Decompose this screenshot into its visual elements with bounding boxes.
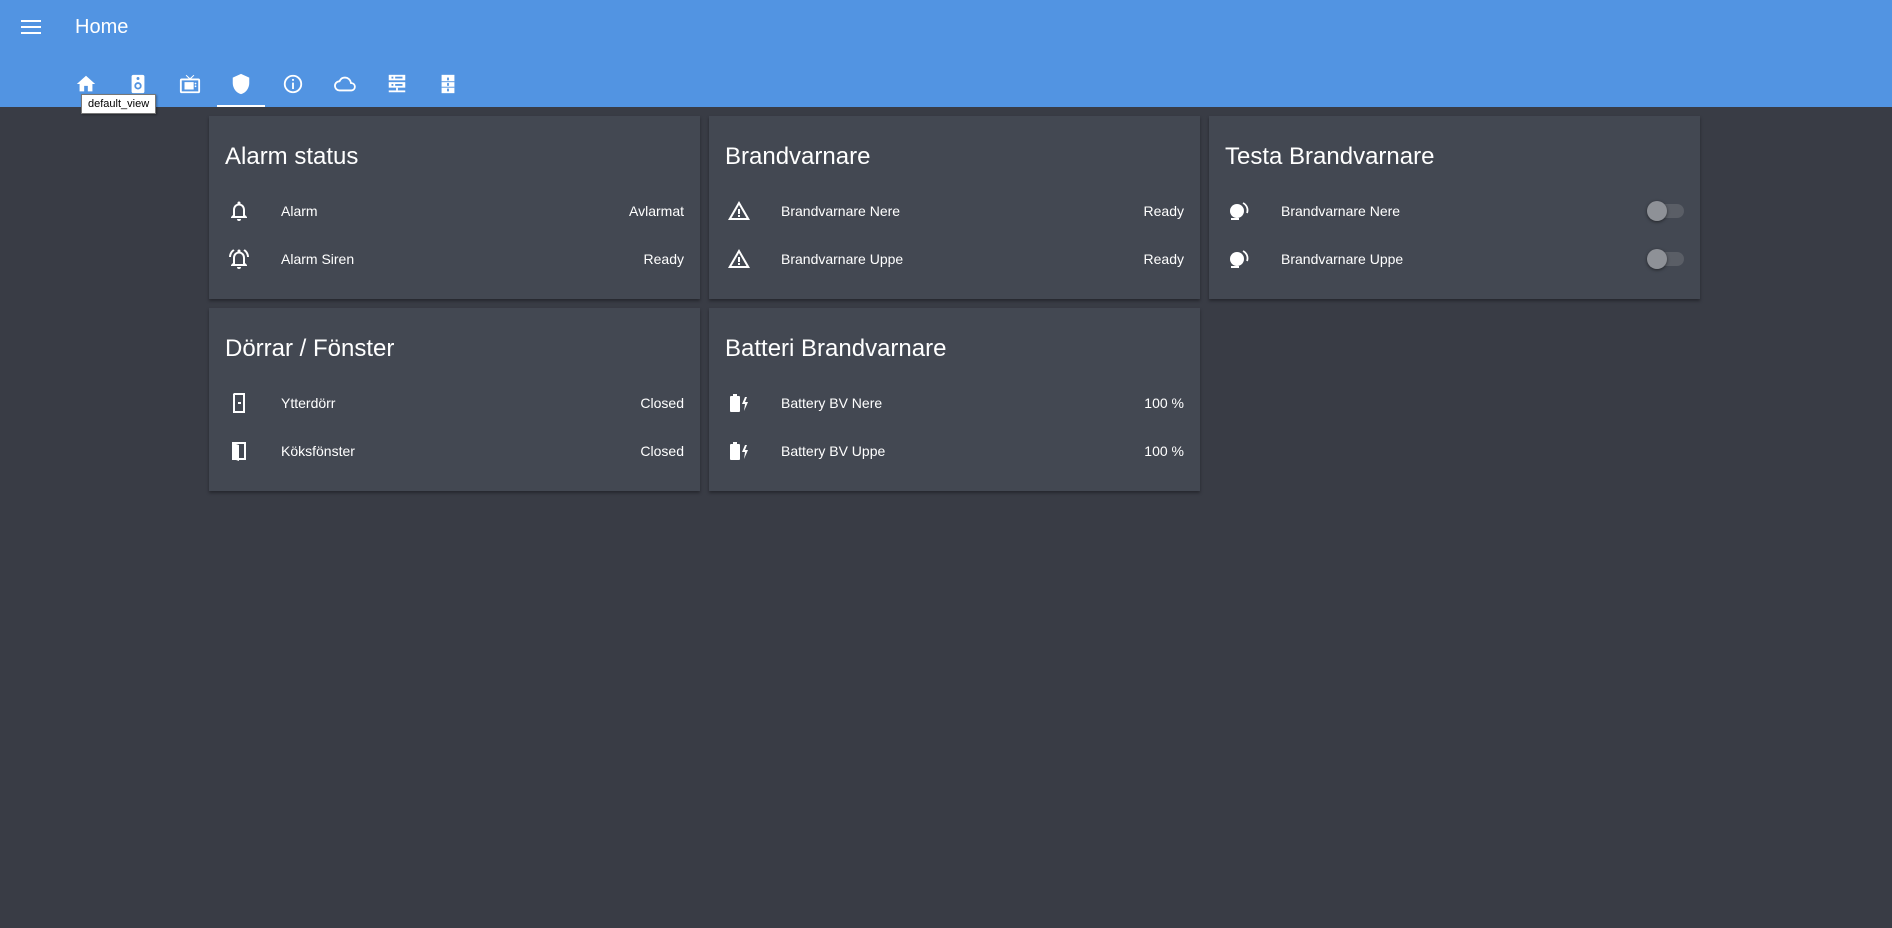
card-dorrar-fonster: Dörrar / Fönster Ytterdörr Closed Köksfö… [209,308,700,491]
top-app-bar: Home [0,0,1892,107]
entity-state: Avlarmat [629,203,684,219]
warning-icon [727,199,751,223]
menu-icon[interactable] [18,14,44,40]
toggle-knob [1647,249,1667,269]
entity-name: Köksfönster [281,443,355,459]
server-icon [388,74,406,93]
entity-state: Ready [1143,203,1184,219]
card-title: Alarm status [225,143,359,170]
entity-name: Battery BV Uppe [781,443,886,459]
entity-row[interactable]: Ytterdörr Closed [225,383,684,423]
card-testa-brandvarnare: Testa Brandvarnare Brandvarnare Nere Bra… [1209,116,1700,299]
battery-charging-icon [727,391,751,415]
card-title: Batteri Brandvarnare [725,335,947,362]
file-cabinet-icon [441,74,455,94]
tab-info[interactable] [273,64,313,104]
entity-state: Closed [640,443,684,459]
entity-row[interactable]: Alarm Avlarmat [225,191,684,231]
card-title: Testa Brandvarnare [1225,143,1435,170]
toggle-knob [1647,201,1667,221]
page-title: Home [75,16,129,38]
tab-server[interactable] [377,64,417,104]
entity-name: Ytterdörr [281,395,336,411]
info-icon [283,74,303,94]
entity-row: Brandvarnare Nere [1225,191,1684,231]
cloud-icon [334,76,356,92]
entity-row[interactable]: Battery BV Nere 100 % [725,383,1184,423]
entity-state: Ready [1143,251,1184,267]
bell-icon [227,199,251,223]
entity-row[interactable]: Battery BV Uppe 100 % [725,431,1184,471]
entity-name: Brandvarnare Uppe [1281,251,1404,267]
door-closed-icon [227,391,251,415]
home-icon [76,75,96,92]
entity-row[interactable]: Brandvarnare Uppe Ready [725,239,1184,279]
card-alarm-status: Alarm status Alarm Avlarmat Alarm Siren … [209,116,700,299]
entity-name: Brandvarnare Nere [781,203,901,219]
tab-cloud[interactable] [325,64,365,104]
tab-security[interactable] [217,64,265,107]
battery-charging-icon [727,439,751,463]
card-brandvarnare: Brandvarnare Brandvarnare Nere Ready Bra… [709,116,1200,299]
toggle-switch[interactable] [1647,249,1684,269]
entity-name: Battery BV Nere [781,395,883,411]
entity-name: Brandvarnare Nere [1281,203,1401,219]
card-batteri-brandvarnare: Batteri Brandvarnare Battery BV Nere 100… [709,308,1200,491]
tab-tooltip: default_view [81,94,157,114]
entity-row[interactable]: Brandvarnare Nere Ready [725,191,1184,231]
gong-icon [1227,247,1251,271]
entity-row[interactable]: Alarm Siren Ready [225,239,684,279]
warning-icon [727,247,751,271]
tab-file-cabinet[interactable] [428,64,468,104]
entity-state: Closed [640,395,684,411]
entity-state: Ready [643,251,684,267]
entity-name: Brandvarnare Uppe [781,251,904,267]
entity-name: Alarm Siren [281,251,355,267]
entity-state: 100 % [1144,395,1184,411]
bell-ring-icon [227,247,251,271]
entity-state: 100 % [1144,443,1184,459]
toggle-switch[interactable] [1647,201,1684,221]
speaker-icon [131,74,145,94]
tv-icon [179,74,201,94]
card-title: Brandvarnare [725,143,871,170]
shield-icon [232,73,250,95]
entity-row[interactable]: Köksfönster Closed [225,431,684,471]
window-closed-icon [227,439,251,463]
card-title: Dörrar / Fönster [225,335,395,362]
tab-tv[interactable] [170,64,210,104]
entity-row: Brandvarnare Uppe [1225,239,1684,279]
gong-icon [1227,199,1251,223]
entity-name: Alarm [281,203,318,219]
